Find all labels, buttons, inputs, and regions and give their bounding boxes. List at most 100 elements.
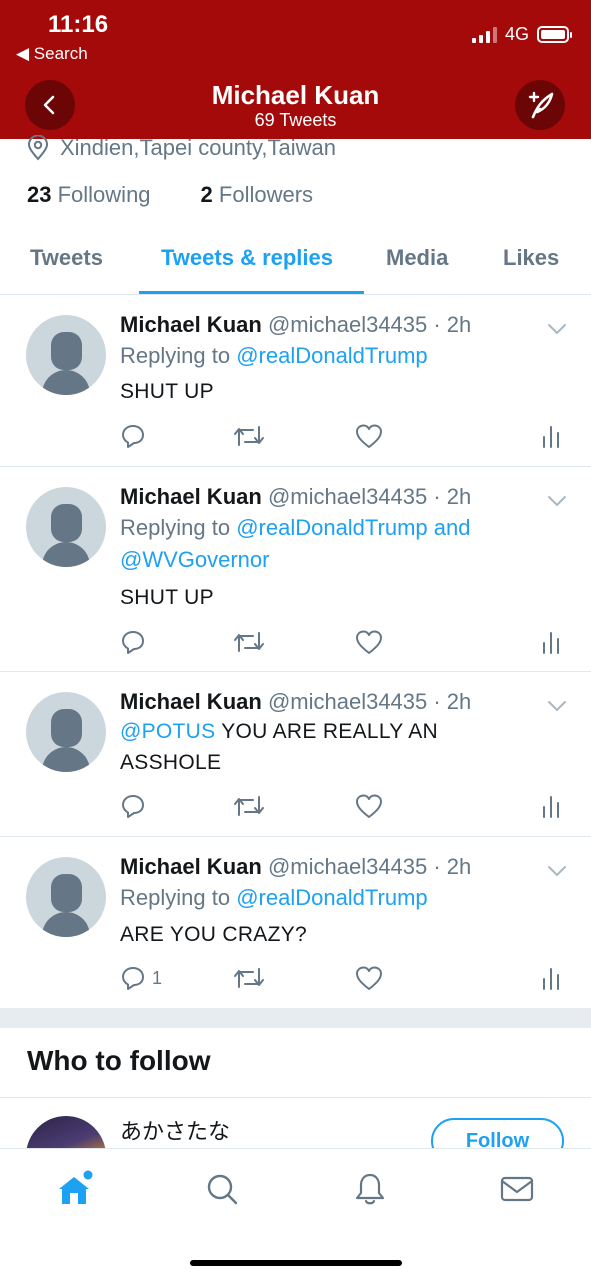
reply-icon: [122, 425, 144, 448]
replying-to-prefix: Replying to: [120, 885, 237, 910]
tweet-header: Michael Kuan @michael34435 · 2h: [120, 854, 471, 880]
status-indicators: 4G: [471, 24, 572, 45]
author-name[interactable]: Michael Kuan: [120, 484, 262, 509]
nav-notifications[interactable]: [350, 1169, 390, 1209]
chevron-down-icon[interactable]: [547, 865, 567, 877]
following-link[interactable]: 23 Following: [27, 182, 151, 208]
mention-link[interactable]: @WVGovernor: [120, 547, 269, 572]
analytics-icon: [543, 426, 559, 448]
replying-to: Replying to @realDonaldTrump and @WVGove…: [120, 512, 540, 576]
followers-label: Followers: [218, 182, 314, 207]
reply-button[interactable]: [120, 793, 152, 819]
nav-home[interactable]: [55, 1169, 95, 1209]
author-name[interactable]: Michael Kuan: [120, 854, 262, 879]
mention-link[interactable]: @POTUS: [120, 720, 215, 743]
avatar[interactable]: [26, 857, 106, 937]
analytics-button[interactable]: [541, 629, 561, 655]
profile-location: Xindien,Tapei county,Taiwan: [26, 135, 336, 161]
section-divider: [0, 1008, 591, 1028]
like-button[interactable]: [355, 423, 383, 449]
analytics-button[interactable]: [541, 965, 561, 991]
retweet-button[interactable]: [232, 965, 266, 991]
mention-link[interactable]: @realDonaldTrump: [236, 343, 427, 368]
heart-icon: [356, 630, 382, 654]
tab-tweets[interactable]: Tweets: [30, 245, 103, 271]
suggestion-name[interactable]: あかさたな: [120, 1114, 230, 1146]
tweet-header: Michael Kuan @michael34435 · 2h: [120, 312, 471, 338]
tweet-actions: [120, 793, 565, 823]
author-name[interactable]: Michael Kuan: [120, 689, 262, 714]
tweet[interactable]: Michael Kuan @michael34435 · 2h Replying…: [0, 295, 591, 467]
network-type: 4G: [504, 24, 529, 44]
tweet-actions: [120, 629, 565, 659]
reply-button[interactable]: 1: [120, 965, 162, 991]
follow-counts: 23 Following 2 Followers: [27, 182, 313, 208]
nav-messages[interactable]: [497, 1169, 537, 1209]
home-indicator[interactable]: [190, 1260, 402, 1266]
suggestion-avatar[interactable]: [26, 1116, 106, 1148]
reply-button[interactable]: [120, 423, 152, 449]
retweet-button[interactable]: [232, 423, 266, 449]
compose-tweet-button[interactable]: [515, 80, 565, 130]
retweet-icon: [234, 796, 264, 816]
chevron-down-icon[interactable]: [547, 495, 567, 507]
back-to-search[interactable]: ◀ Search: [16, 44, 88, 64]
like-button[interactable]: [355, 793, 383, 819]
home-icon: [59, 1170, 93, 1204]
tweet-text: @POTUS YOU ARE REALLY AN ASSHOLE: [120, 716, 540, 778]
retweet-icon: [234, 968, 264, 988]
author-name[interactable]: Michael Kuan: [120, 312, 262, 337]
analytics-button[interactable]: [541, 423, 561, 449]
following-label: Following: [57, 182, 151, 207]
tweet-actions: 1: [120, 965, 565, 995]
retweet-button[interactable]: [232, 629, 266, 655]
reply-button[interactable]: [120, 629, 152, 655]
replying-to: Replying to @realDonaldTrump: [120, 340, 540, 372]
location-text: Xindien,Tapei county,Taiwan: [60, 135, 336, 160]
tweet-header: Michael Kuan @michael34435 · 2h: [120, 484, 471, 510]
analytics-icon: [543, 796, 559, 818]
avatar[interactable]: [26, 315, 106, 395]
reply-icon: [122, 967, 144, 990]
tweet-actions: [120, 423, 565, 453]
mention-link[interactable]: @realDonaldTrump and: [236, 515, 470, 540]
mention-link[interactable]: @realDonaldTrump: [236, 885, 427, 910]
tweet[interactable]: Michael Kuan @michael34435 · 2h Replying…: [0, 837, 591, 1008]
avatar[interactable]: [26, 692, 106, 772]
nav-search[interactable]: [202, 1169, 242, 1209]
like-button[interactable]: [355, 629, 383, 655]
tab-media[interactable]: Media: [386, 245, 448, 271]
following-count: 23: [27, 182, 52, 207]
follow-suggestion[interactable]: あかさたな Follow: [0, 1098, 591, 1148]
reply-icon: [122, 631, 144, 654]
follow-button[interactable]: Follow: [431, 1118, 564, 1148]
retweet-button[interactable]: [232, 793, 266, 819]
tweet[interactable]: Michael Kuan @michael34435 · 2h @POTUS Y…: [0, 672, 591, 837]
analytics-button[interactable]: [541, 793, 561, 819]
profile-tabs: Tweets Tweets & replies Media Likes: [0, 228, 591, 295]
analytics-icon: [543, 632, 559, 654]
heart-icon: [356, 966, 382, 990]
search-icon: [207, 1174, 238, 1205]
reply-icon: [122, 795, 144, 818]
chevron-down-icon[interactable]: [547, 700, 567, 712]
heart-icon: [356, 424, 382, 448]
tab-tweets-and-replies[interactable]: Tweets & replies: [161, 245, 333, 271]
tab-likes[interactable]: Likes: [503, 245, 559, 271]
analytics-icon: [543, 968, 559, 990]
handle-and-time: @michael34435 · 2h: [267, 312, 472, 337]
tweet-text: ARE YOU CRAZY?: [120, 923, 308, 946]
tweet[interactable]: Michael Kuan @michael34435 · 2h Replying…: [0, 467, 591, 672]
battery-icon: [537, 26, 572, 43]
mail-icon: [500, 1176, 534, 1202]
like-button[interactable]: [355, 965, 383, 991]
avatar[interactable]: [26, 487, 106, 567]
replying-to-prefix: Replying to: [120, 343, 237, 368]
who-to-follow-title: Who to follow: [27, 1045, 211, 1076]
chevron-down-icon[interactable]: [547, 323, 567, 335]
followers-link[interactable]: 2 Followers: [201, 182, 314, 208]
location-pin-icon: [27, 135, 49, 161]
status-time: 11:16: [48, 11, 109, 38]
tweet-header: Michael Kuan @michael34435 · 2h: [120, 689, 471, 715]
tweet-count: 69 Tweets: [254, 110, 337, 130]
